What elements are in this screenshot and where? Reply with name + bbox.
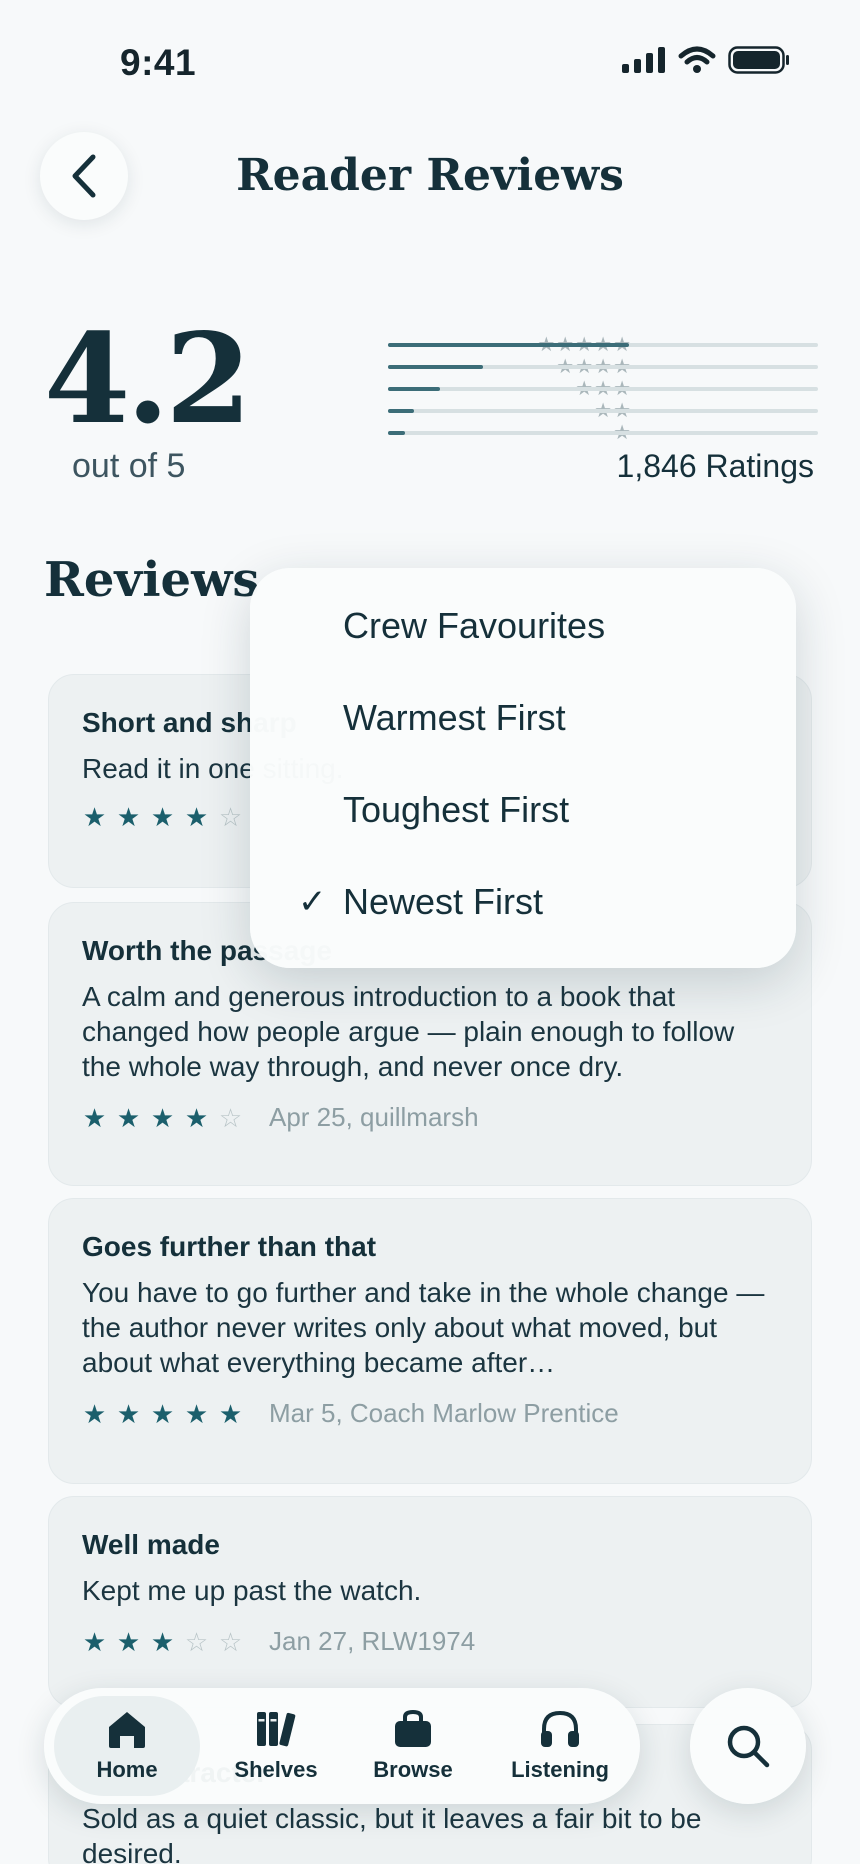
out-of-label: out of 5	[72, 447, 186, 485]
review-title: Well made	[82, 1529, 220, 1560]
star-empty-icon: ☆	[218, 802, 243, 832]
star-empty-icon: ☆	[184, 1626, 209, 1657]
tab-label: Shelves	[234, 1757, 318, 1782]
tab-label: Home	[96, 1757, 158, 1782]
sort-option[interactable]: ✓ Newest First	[250, 856, 796, 948]
distribution-bar	[388, 365, 818, 369]
sort-option-label: Crew Favourites	[343, 605, 606, 646]
sort-option[interactable]: Toughest First	[250, 764, 796, 856]
average-rating: 4.2	[44, 307, 252, 452]
sort-option-label: Toughest First	[343, 789, 570, 830]
books-icon	[257, 1712, 296, 1747]
review-date-author: Jan 27, RLW1974	[269, 1626, 476, 1656]
star-filled-icon: ★	[82, 1626, 107, 1657]
star-filled-icon: ★	[116, 802, 141, 832]
status-icons	[622, 46, 790, 74]
distribution-bar-fill	[388, 365, 483, 369]
headphones-icon	[541, 1710, 579, 1747]
distribution-row: ★★★★★	[262, 334, 818, 356]
distribution-row: ★★★★	[262, 356, 818, 378]
home-icon	[109, 1712, 145, 1748]
star-filled-icon: ★	[150, 1102, 175, 1133]
distribution-bar-fill	[388, 387, 440, 391]
star-filled-icon: ★	[184, 1102, 209, 1133]
status-time: 9:41	[120, 42, 197, 83]
review-title: Goes further than that	[82, 1231, 377, 1262]
tab-label: Listening	[511, 1757, 609, 1782]
review-body: You have to go further and take in the w…	[82, 1277, 765, 1378]
search-button[interactable]	[690, 1688, 806, 1804]
star-filled-icon: ★	[150, 802, 175, 832]
search-icon	[727, 1725, 770, 1768]
wifi-icon	[678, 46, 716, 73]
star-filled-icon: ★	[184, 1398, 209, 1429]
signal-icon	[622, 47, 665, 73]
distribution-bar	[388, 343, 818, 347]
review-date-author: Mar 5, Coach Marlow Prentice	[269, 1398, 619, 1428]
tab-bar: Home Shelves Browse Listening	[44, 1688, 640, 1804]
bag-icon	[395, 1709, 431, 1747]
review-meta: ★ ★ ★ ★ ★ Mar 5, Coach Marlow Prentice	[82, 1398, 778, 1429]
review-stars: ★ ★ ★ ☆ ☆	[82, 1629, 243, 1655]
review-card[interactable]: Goes further than that You have to go fur…	[48, 1198, 812, 1484]
ratings-count: 1,846 Ratings	[616, 448, 814, 484]
star-filled-icon: ★	[150, 1626, 175, 1657]
star-filled-icon: ★	[184, 802, 209, 832]
tab-browse[interactable]: Browse	[350, 1696, 476, 1796]
distribution-bar	[388, 431, 818, 435]
battery-icon	[728, 46, 789, 74]
sort-option-label: Newest First	[343, 881, 544, 922]
star-empty-icon: ☆	[218, 1626, 243, 1657]
sort-option[interactable]: Warmest First	[250, 672, 796, 764]
distribution-row: ★★	[262, 400, 818, 422]
star-filled-icon: ★	[82, 802, 107, 832]
distribution-bar-fill	[388, 431, 406, 435]
review-stars: ★ ★ ★ ★ ☆	[82, 804, 243, 830]
star-filled-icon: ★	[116, 1626, 141, 1657]
distribution-bar	[388, 409, 818, 413]
star-filled-icon: ★	[150, 1398, 175, 1429]
distribution-row: ★	[262, 422, 818, 444]
tab-listening[interactable]: Listening	[490, 1696, 630, 1796]
distribution-bar-fill	[388, 343, 629, 347]
star-empty-icon: ☆	[218, 1102, 243, 1133]
reviews-heading: Reviews	[44, 552, 260, 608]
review-card[interactable]: Well made Kept me up past the watch. ★ ★ ★ ☆ ☆…	[48, 1496, 812, 1708]
distribution-bar-fill	[388, 409, 414, 413]
sort-menu: Crew Favourites Warmest First Toughest Fir…	[250, 568, 796, 968]
star-filled-icon: ★	[116, 1398, 141, 1429]
star-filled-icon: ★	[82, 1398, 107, 1429]
sort-option[interactable]: Crew Favourites	[250, 580, 796, 672]
review-body: Sold as a quiet classic, but it leaves a…	[82, 1803, 702, 1864]
star-filled-icon: ★	[82, 1102, 107, 1133]
review-date-author: Apr 25, quillmarsh	[269, 1102, 479, 1132]
review-meta: ★ ★ ★ ★ ☆ Apr 25, quillmarsh	[82, 1102, 778, 1133]
tab-shelves[interactable]: Shelves	[214, 1696, 338, 1796]
tab-label: Browse	[373, 1757, 453, 1782]
sort-option-label: Warmest First	[343, 697, 566, 738]
status-bar: 9:41	[0, 0, 860, 120]
review-stars: ★ ★ ★ ★ ☆	[82, 1105, 243, 1131]
page-title: Reader Reviews	[236, 150, 624, 201]
review-stars: ★ ★ ★ ★ ★	[82, 1401, 243, 1427]
checkmark-icon: ✓	[298, 883, 327, 921]
review-body: Kept me up past the watch.	[82, 1575, 422, 1606]
distribution-row: ★★★	[262, 378, 818, 400]
star-filled-icon: ★	[116, 1102, 141, 1133]
review-body: A calm and generous introduction to a bo…	[82, 981, 735, 1082]
distribution-bar	[388, 387, 818, 391]
review-meta: ★ ★ ★ ☆ ☆ Jan 27, RLW1974	[82, 1626, 778, 1657]
tab-home[interactable]: Home	[54, 1696, 200, 1796]
star-filled-icon: ★	[218, 1398, 243, 1429]
